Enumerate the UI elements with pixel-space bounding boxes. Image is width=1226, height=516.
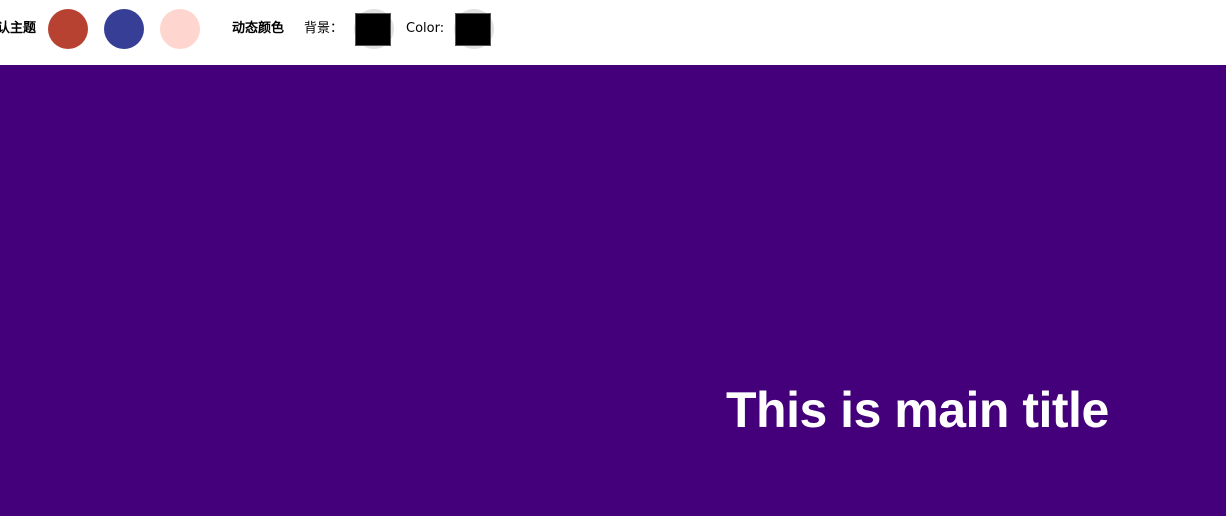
main-panel: This is main title: [0, 65, 1226, 516]
theme-toolbar: 默认主题 动态颜色 背景： Color:: [0, 0, 1226, 65]
theme-swatch-pink[interactable]: [160, 9, 200, 49]
dynamic-color-label: 动态颜色: [232, 21, 285, 36]
theme-swatch-blue[interactable]: [104, 9, 144, 49]
background-color-swatch: [355, 13, 391, 46]
main-title: This is main title: [726, 382, 1109, 438]
theme-swatch-red[interactable]: [48, 9, 88, 49]
text-color-picker[interactable]: [454, 9, 494, 49]
default-theme-label: 默认主题: [0, 21, 37, 36]
background-color-picker[interactable]: [354, 9, 394, 49]
background-label: 背景：: [304, 21, 344, 36]
color-label: Color:: [406, 21, 445, 36]
text-color-swatch: [455, 13, 491, 46]
